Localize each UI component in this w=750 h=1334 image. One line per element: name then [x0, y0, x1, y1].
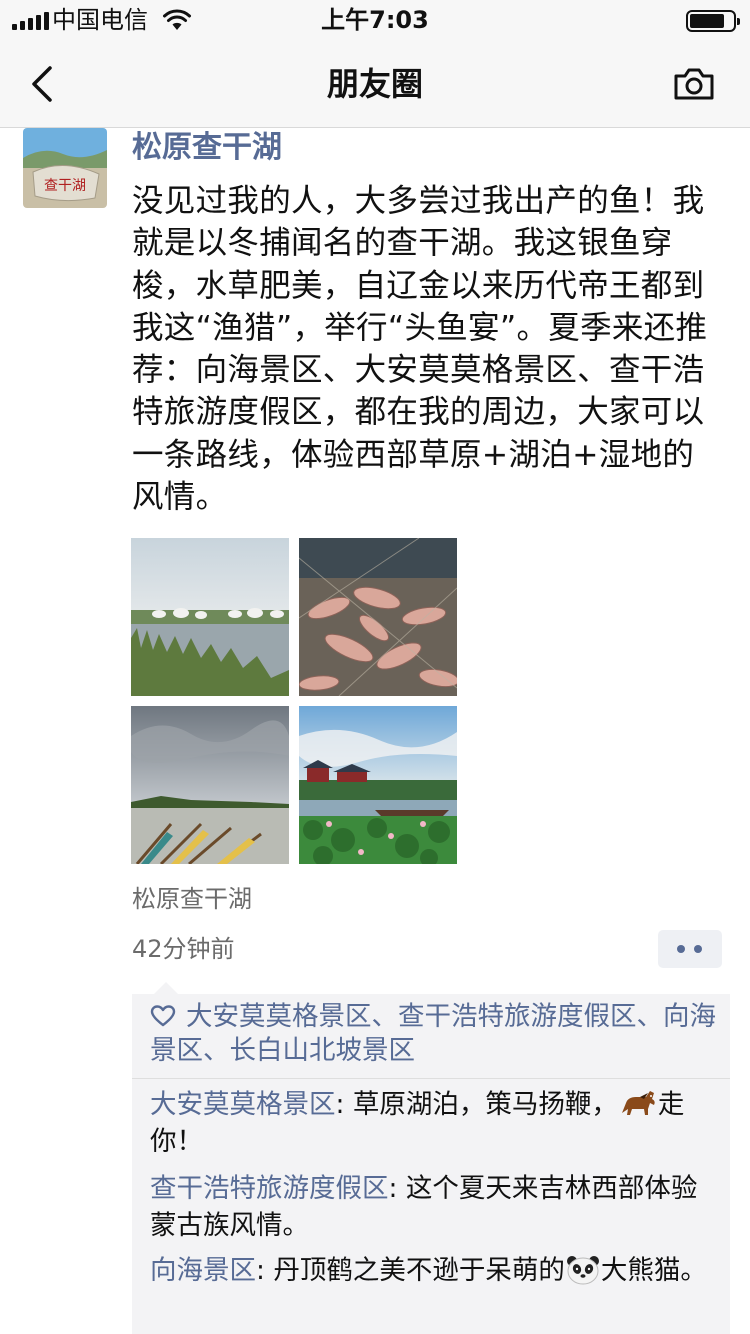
comment-author[interactable]: 向海景区: [150, 1255, 256, 1286]
heart-outline-icon: [150, 1005, 176, 1027]
two-dots-icon: [677, 945, 685, 953]
comment-text-end: 大熊猫。: [600, 1255, 707, 1286]
comment-item[interactable]: 大安莫莫格景区: 草原湖泊，策马扬鞭， 走你！: [150, 1086, 710, 1160]
battery-icon: [686, 10, 740, 32]
post-photo[interactable]: [131, 706, 289, 864]
post-timestamp: 42分钟前: [132, 935, 235, 963]
horse-emoji-icon: [621, 1091, 655, 1115]
status-time: 上午7:03: [321, 6, 429, 34]
comment-item[interactable]: 向海景区: 丹顶鹤之美不逊于呆萌的 大熊猫。: [150, 1252, 710, 1289]
likes-list[interactable]: 大安莫莫格景区、查干浩特旅游度假区、向海景区、长白山北坡景区: [150, 1000, 720, 1068]
comment-text: 丹顶鹤之美不逊于呆萌的: [273, 1255, 565, 1286]
post-location[interactable]: 松原查干湖: [132, 882, 252, 916]
navigation-bar: 朋友圈: [0, 40, 750, 128]
likes-text: 大安莫莫格景区、查干浩特旅游度假区、向海景区、长白山北坡景区: [150, 1001, 716, 1066]
divider: [132, 1078, 730, 1079]
page-title: 朋友圈: [326, 65, 423, 103]
avatar[interactable]: 查干湖: [23, 128, 107, 208]
interaction-panel: 大安莫莫格景区、查干浩特旅游度假区、向海景区、长白山北坡景区 大安莫莫格景区: …: [132, 982, 730, 1334]
camera-icon[interactable]: [672, 64, 716, 104]
post-photo[interactable]: [131, 538, 289, 696]
post-photo[interactable]: [299, 538, 457, 696]
post-author[interactable]: 松原查干湖: [132, 128, 282, 168]
comment-author[interactable]: 大安莫莫格景区: [150, 1089, 336, 1120]
status-bar: 中国电信 上午7:03: [0, 0, 750, 40]
avatar-caption: 查干湖: [44, 178, 86, 194]
panda-emoji-icon: [566, 1256, 599, 1285]
comment-text: 草原湖泊，策马扬鞭，: [352, 1089, 618, 1120]
post-photo[interactable]: [299, 706, 457, 864]
more-actions-button[interactable]: [658, 930, 722, 968]
comment-item[interactable]: 查干浩特旅游度假区: 这个夏天来吉林西部体验蒙古族风情。: [150, 1170, 710, 1244]
comment-author[interactable]: 查干浩特旅游度假区: [150, 1173, 389, 1204]
post-text: 没见过我的人，大多尝过我出产的鱼！我就是以冬捕闻名的查干湖。我这银鱼穿梭，水草肥…: [132, 183, 708, 516]
